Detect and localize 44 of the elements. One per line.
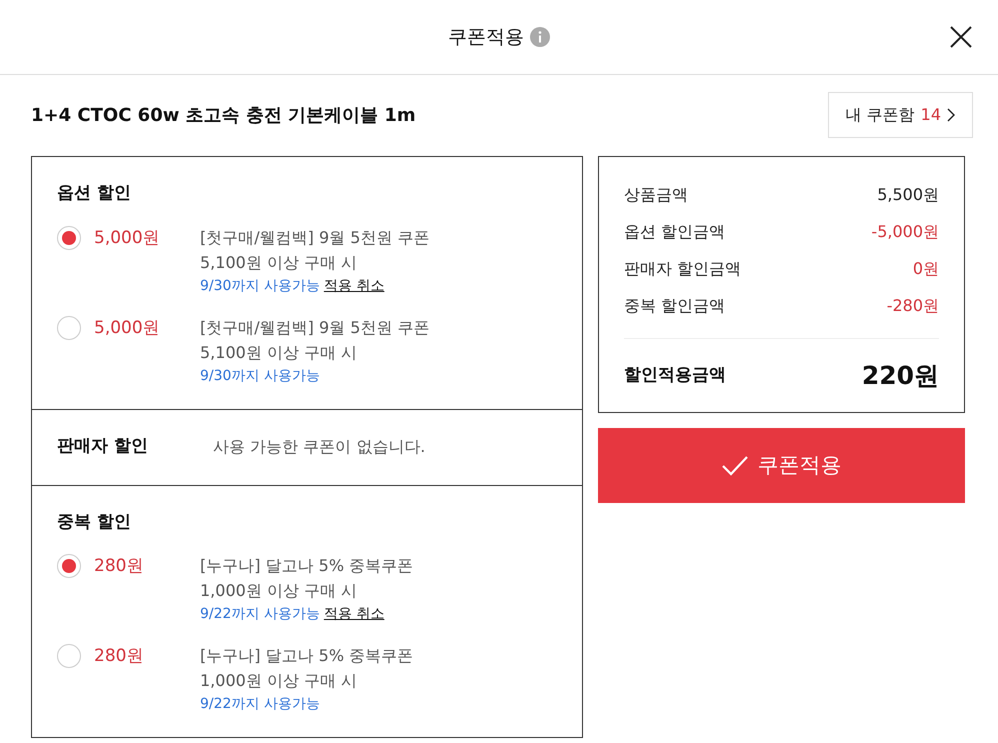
coupon-expiry: 9/30까지 사용가능 [200, 276, 320, 296]
coupon-name: [첫구매/웰컴백] 9월 5천원 쿠폰 [200, 316, 430, 338]
coupon-amount: 280원 [94, 555, 144, 578]
coupon-amount: 280원 [94, 645, 144, 668]
coupon-box-button[interactable]: 내 쿠폰함 14 [828, 92, 973, 138]
coupon-condition: 5,100원 이상 구매 시 [200, 342, 358, 364]
radio-button[interactable] [57, 644, 81, 668]
coupon-name: [누구나] 달고나 5% 중복쿠폰 [200, 555, 414, 577]
radio-button[interactable] [57, 554, 81, 578]
section-title: 옵션 할인 [57, 182, 132, 205]
summary-label: 상품금액 [624, 184, 688, 206]
cancel-link[interactable]: 적용 취소 [324, 274, 384, 296]
summary-value: -280원 [886, 294, 939, 316]
coupon-condition: 5,100원 이상 구매 시 [200, 252, 358, 274]
coupon-expiry: 9/22까지 사용가능 [200, 695, 320, 714]
radio-button[interactable] [57, 316, 81, 340]
summary-value: -5,000원 [871, 220, 939, 242]
coupon-condition: 1,000원 이상 구매 시 [200, 580, 358, 602]
coupon-amount: 5,000원 [94, 226, 161, 250]
total-label: 할인적용금액 [624, 364, 726, 387]
chevron-right-icon [947, 108, 955, 122]
coupon-expiry: 9/30까지 사용가능 [200, 366, 320, 386]
dialog-title: 쿠폰적용 [448, 24, 524, 50]
check-icon [722, 454, 748, 476]
summary-value: 5,500원 [877, 184, 939, 206]
coupon-expiry: 9/22까지 사용가능 [200, 605, 320, 624]
summary-label: 판매자 할인금액 [624, 258, 742, 280]
coupon-amount: 5,000원 [94, 316, 161, 340]
coupon-condition: 1,000원 이상 구매 시 [200, 670, 358, 692]
close-button[interactable] [949, 25, 973, 49]
cancel-link[interactable]: 적용 취소 [324, 603, 384, 625]
summary-label: 중복 할인금액 [624, 294, 726, 316]
summary-value: 0원 [912, 258, 939, 280]
radio-button[interactable] [57, 226, 81, 250]
section-title: 판매자 할인 [57, 435, 149, 458]
product-title: 1+4 CTOC 60w 초고속 충전 기본케이블 1m [31, 104, 416, 128]
apply-coupon-button[interactable]: 쿠폰적용 [598, 428, 965, 503]
info-icon[interactable] [530, 27, 550, 47]
coupon-name: [누구나] 달고나 5% 중복쿠폰 [200, 645, 414, 667]
section-title: 중복 할인 [57, 510, 132, 534]
total-value: 220원 [862, 360, 939, 392]
coupon-name: [첫구매/웰컴백] 9월 5천원 쿠폰 [200, 226, 430, 248]
summary-label: 옵션 할인금액 [624, 220, 726, 242]
empty-message: 사용 가능한 쿠폰이 없습니다. [213, 436, 426, 458]
